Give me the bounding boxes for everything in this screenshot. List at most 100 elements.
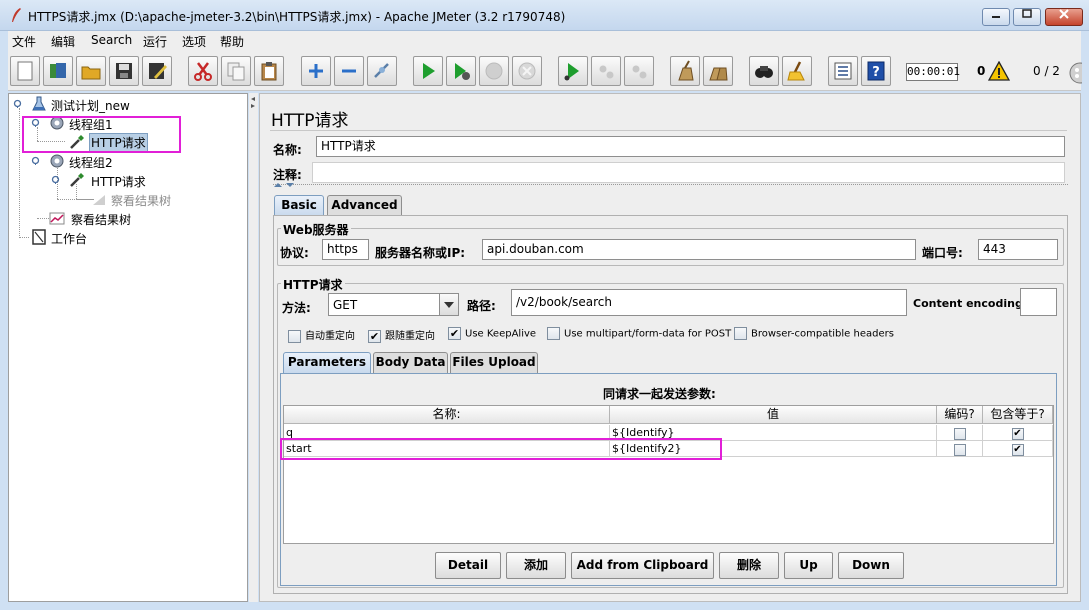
param-include-equals-cell[interactable]: ✔: [983, 441, 1053, 457]
new-button[interactable]: [10, 56, 40, 86]
new-icon: [17, 61, 33, 81]
menu-help[interactable]: 帮助: [220, 33, 244, 50]
search-button[interactable]: [749, 56, 779, 86]
browser-headers-checkbox[interactable]: Browser-compatible headers: [734, 327, 894, 340]
menu-search[interactable]: Search: [91, 33, 132, 47]
tree-node-thread-group-2[interactable]: 线程组2: [29, 152, 209, 170]
path-input[interactable]: /v2/book/search: [511, 289, 907, 316]
tab-parameters[interactable]: Parameters: [283, 352, 371, 373]
start-button[interactable]: [413, 56, 443, 86]
remote-stop-button[interactable]: [591, 56, 621, 86]
clear-all-button[interactable]: [703, 56, 733, 86]
checkbox-box[interactable]: [288, 329, 301, 343]
content-encoding-input[interactable]: [1020, 288, 1057, 316]
param-encode-cell[interactable]: [937, 441, 983, 457]
warning-icon[interactable]: [988, 61, 1010, 81]
tree-label: 察看结果树: [111, 194, 172, 208]
chevron-down-icon: [444, 302, 454, 308]
down-button[interactable]: Down: [838, 552, 904, 579]
menu-edit[interactable]: 编辑: [51, 33, 75, 50]
add-from-clipboard-button[interactable]: Add from Clipboard: [571, 552, 714, 579]
maximize-button[interactable]: [1013, 8, 1041, 26]
tree-node-workbench[interactable]: 工作台: [29, 228, 179, 246]
test-plan-flask-icon: [32, 96, 46, 111]
checkbox-box[interactable]: [953, 443, 966, 456]
method-value: GET: [333, 298, 358, 312]
shutdown-button[interactable]: [512, 56, 542, 86]
column-header-value[interactable]: 值: [610, 406, 937, 424]
copy-button[interactable]: [221, 56, 251, 86]
cut-button[interactable]: [188, 56, 218, 86]
close-button[interactable]: [1045, 8, 1083, 26]
column-header-name[interactable]: 名称:: [284, 406, 610, 424]
remote-start-button[interactable]: [558, 56, 588, 86]
stop-button[interactable]: [479, 56, 509, 86]
menu-options[interactable]: 选项: [182, 33, 206, 50]
divider-arrow-icon[interactable]: [251, 104, 255, 108]
follow-redirect-checkbox[interactable]: ✔ 跟随重定向: [368, 327, 435, 343]
divider-arrow-icon[interactable]: [251, 97, 255, 101]
tab-basic[interactable]: Basic: [274, 195, 324, 216]
detail-button[interactable]: Detail: [435, 552, 501, 579]
checkbox-box[interactable]: [953, 427, 966, 440]
open-button[interactable]: [76, 56, 106, 86]
reset-search-button[interactable]: [782, 56, 812, 86]
function-helper-button[interactable]: [828, 56, 858, 86]
templates-button[interactable]: [43, 56, 73, 86]
params-caption: 同请求一起发送参数:: [603, 387, 716, 401]
menu-run[interactable]: 运行: [143, 33, 167, 50]
method-select[interactable]: GET: [328, 293, 459, 316]
server-input[interactable]: api.douban.com: [482, 239, 916, 260]
expand-all-button[interactable]: [301, 56, 331, 86]
splitter-arrows-icon[interactable]: [274, 182, 296, 188]
paste-button[interactable]: [254, 56, 284, 86]
save-button[interactable]: [109, 56, 139, 86]
keepalive-checkbox[interactable]: ✔ Use KeepAlive: [448, 327, 536, 340]
auto-redirect-checkbox[interactable]: 自动重定向: [288, 327, 355, 343]
remote-shutdown-button[interactable]: [624, 56, 654, 86]
save-as-button[interactable]: [142, 56, 172, 86]
help-button[interactable]: ?: [861, 56, 891, 86]
collapse-all-button[interactable]: [334, 56, 364, 86]
param-encode-cell[interactable]: [937, 425, 983, 441]
delete-button[interactable]: 删除: [719, 552, 779, 579]
checkbox-box[interactable]: ✔: [448, 327, 461, 340]
checkbox-box[interactable]: ✔: [368, 329, 381, 343]
tree-expanded-icon[interactable]: [13, 99, 22, 108]
shutdown-icon: [518, 62, 536, 80]
title-bar: HTTPS请求.jmx (D:\apache-jmeter-3.2\bin\HT…: [0, 0, 1089, 31]
thread-group-gear-icon: [50, 154, 64, 168]
tree-expanded-icon[interactable]: [51, 175, 60, 184]
split-pane-divider[interactable]: [249, 93, 258, 602]
start-no-pause-button[interactable]: [446, 56, 476, 86]
multipart-checkbox[interactable]: Use multipart/form-data for POST: [547, 327, 731, 340]
minimize-button[interactable]: [982, 8, 1010, 26]
tree-node-result-tree-disabled[interactable]: 察看结果树: [89, 190, 219, 208]
comment-input[interactable]: [312, 162, 1065, 183]
column-header-encode[interactable]: 编码?: [937, 406, 983, 424]
tree-node-test-plan[interactable]: 测试计划_new: [11, 95, 211, 113]
tree-node-http-request-2[interactable]: HTTP请求: [49, 171, 209, 189]
method-dropdown[interactable]: [439, 294, 458, 315]
tab-body-data[interactable]: Body Data: [373, 352, 448, 373]
add-button[interactable]: 添加: [506, 552, 566, 579]
checkbox-box[interactable]: [547, 327, 560, 340]
tab-advanced[interactable]: Advanced: [327, 195, 402, 216]
column-header-include-equals[interactable]: 包含等于?: [983, 406, 1053, 424]
up-button[interactable]: Up: [784, 552, 833, 579]
port-input[interactable]: 443: [978, 239, 1058, 260]
menu-file[interactable]: 文件: [12, 33, 36, 50]
checkbox-box[interactable]: [734, 327, 747, 340]
param-include-equals-cell[interactable]: ✔: [983, 425, 1053, 441]
tab-files-upload[interactable]: Files Upload: [450, 352, 538, 373]
checkbox-box[interactable]: ✔: [1011, 443, 1024, 456]
window-title: HTTPS请求.jmx (D:\apache-jmeter-3.2\bin\HT…: [28, 10, 566, 24]
protocol-input[interactable]: https: [322, 239, 369, 260]
name-input[interactable]: HTTP请求: [316, 136, 1065, 157]
tree-node-result-tree[interactable]: 察看结果树: [49, 209, 199, 227]
checkbox-box[interactable]: ✔: [1011, 427, 1024, 440]
toggle-button[interactable]: [367, 56, 397, 86]
clear-button[interactable]: [670, 56, 700, 86]
tree-expanded-icon[interactable]: [31, 156, 40, 165]
paste-icon: [261, 62, 277, 81]
